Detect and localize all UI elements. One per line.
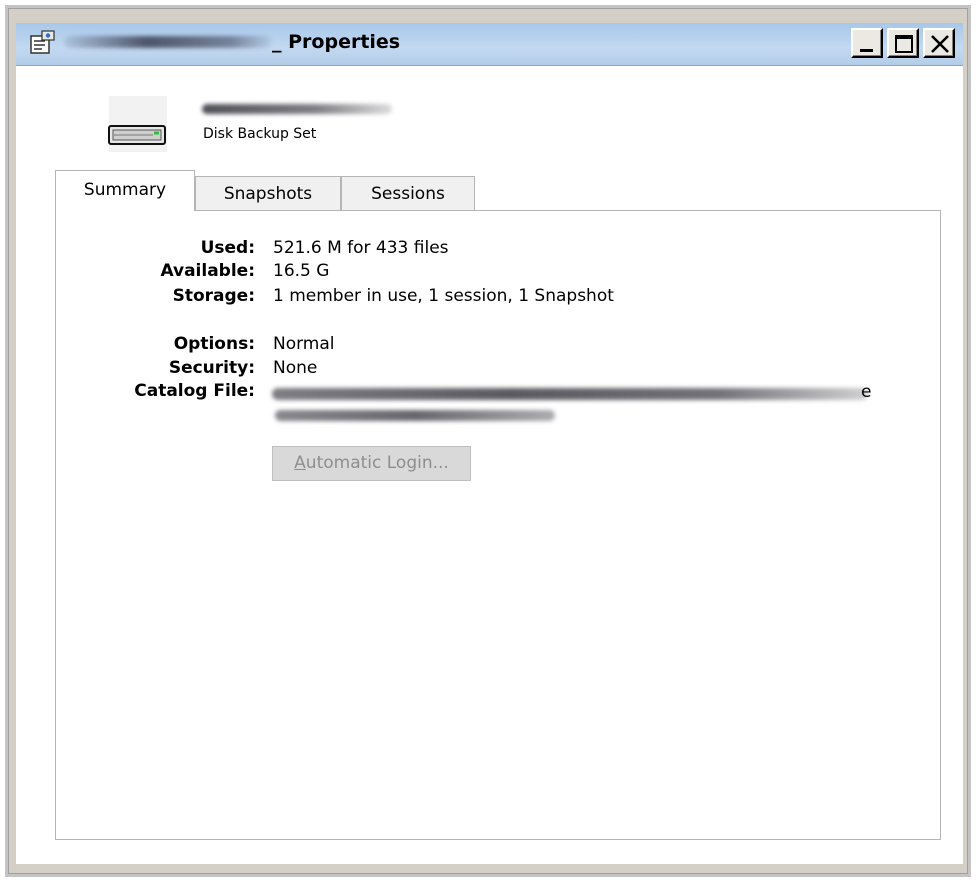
tab-snapshots[interactable]: Snapshots [195, 176, 341, 210]
automatic-login-label: utomatic Login... [305, 453, 449, 473]
security-value: None [273, 358, 318, 378]
options-value: Normal [273, 334, 335, 354]
used-value: 521.6 M for 433 files [273, 238, 449, 258]
redacted-catalog-path [272, 388, 868, 400]
tab-summary[interactable]: Summary [55, 170, 195, 211]
security-label: Security: [168, 358, 255, 378]
storage-value: 1 member in use, 1 session, 1 Snapshot [273, 286, 614, 306]
disk-drive-icon [105, 94, 169, 154]
available-value: 16.5 G [273, 261, 330, 281]
tab-sessions[interactable]: Sessions [341, 176, 475, 210]
storage-label: Storage: [172, 286, 255, 306]
used-label: Used: [200, 238, 255, 258]
options-label: Options: [173, 334, 255, 354]
close-button[interactable] [923, 28, 955, 58]
automatic-login-button[interactable]: Automatic Login... [272, 446, 471, 481]
maximize-button[interactable] [887, 28, 919, 58]
set-type-label: Disk Backup Set [203, 126, 317, 142]
properties-icon [28, 30, 56, 56]
window-title: _ Properties [272, 31, 401, 53]
minimize-button[interactable] [851, 28, 883, 58]
accelerator-key: A [294, 453, 306, 473]
catalog-file-label: Catalog File: [134, 381, 255, 401]
redacted-set-name [64, 36, 272, 48]
redacted-catalog-path-line-2 [275, 410, 555, 421]
available-label: Available: [160, 261, 255, 281]
redacted-set-name [202, 104, 392, 114]
catalog-path-tail: e [861, 382, 872, 402]
